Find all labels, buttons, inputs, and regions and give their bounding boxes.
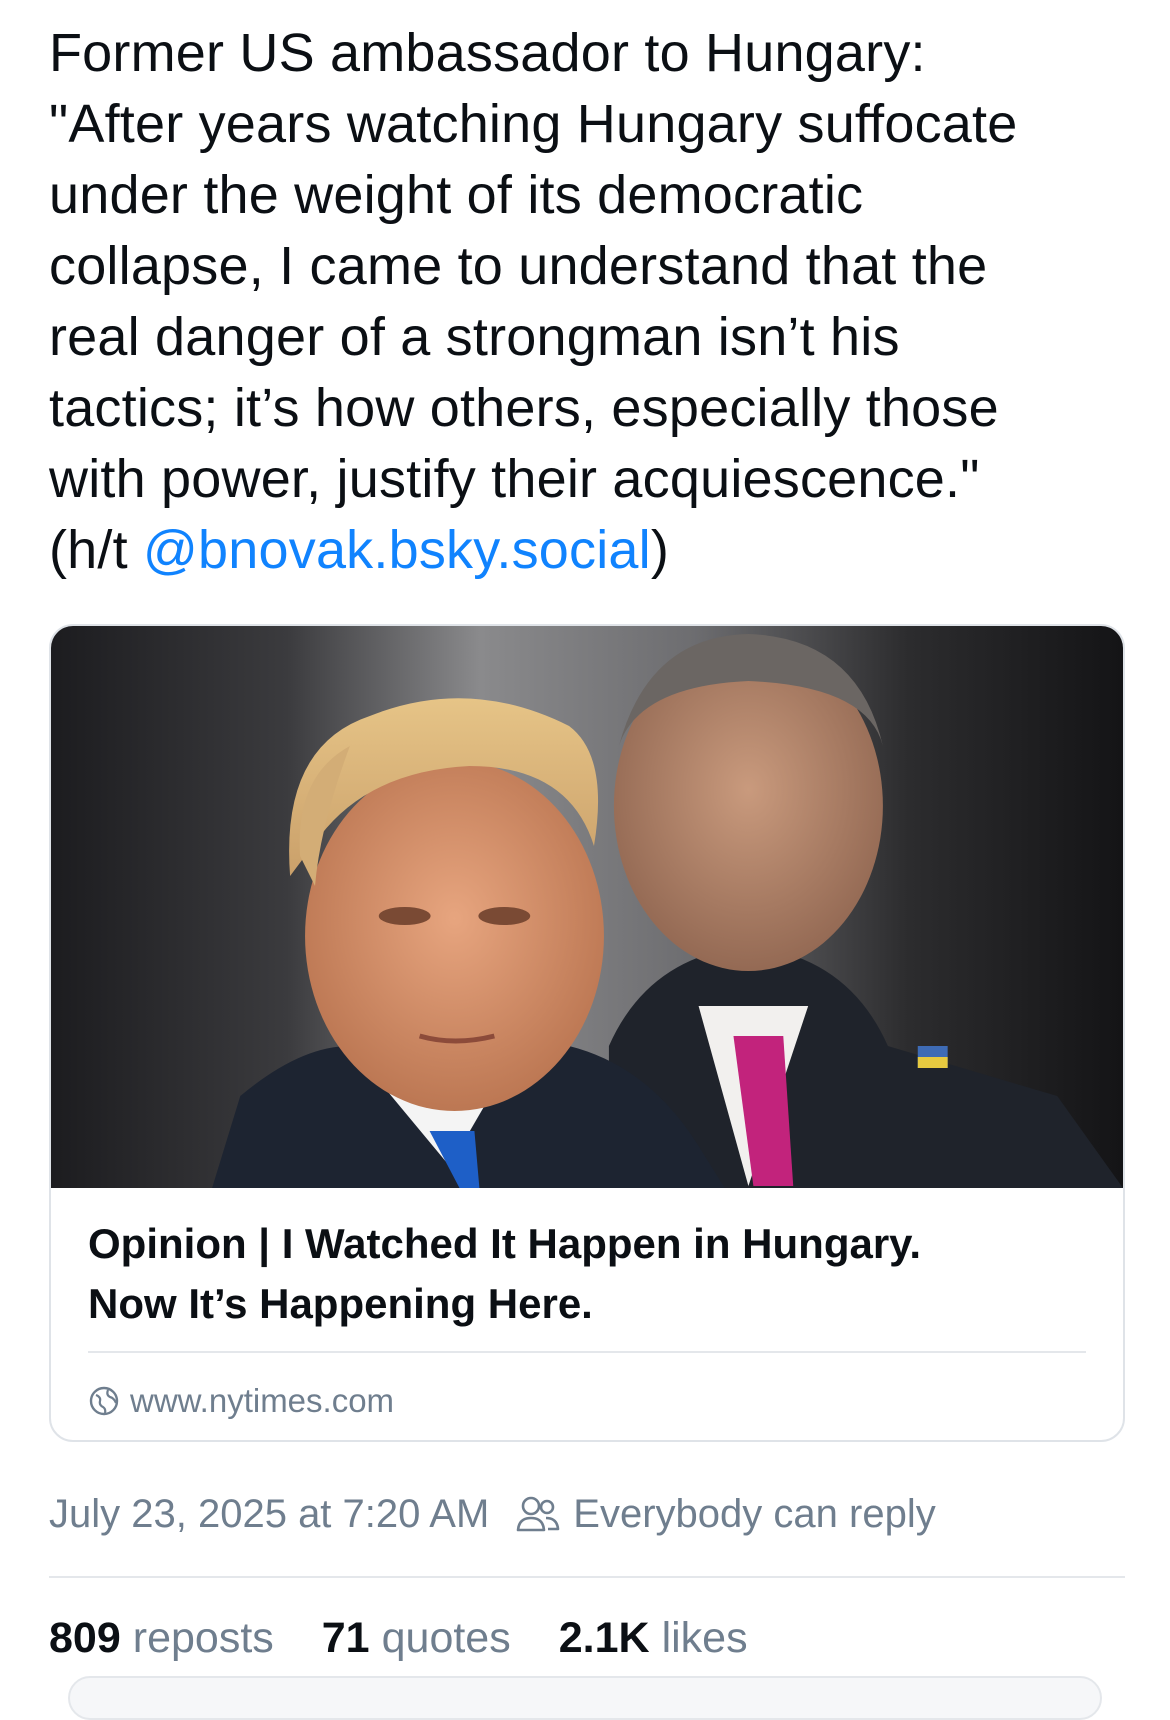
likes-count: 2.1K: [558, 1613, 650, 1662]
post-text-line-ht: (h/t @bnovak.bsky.social): [49, 515, 1129, 586]
post-text-line: with power, justify their acquiescence.": [49, 449, 980, 509]
link-card-title-line: Now It’s Happening Here.: [88, 1280, 593, 1327]
ht-prefix: (h/t: [49, 520, 144, 580]
post-text-line: under the weight of its democratic: [49, 165, 864, 225]
link-card-title[interactable]: Opinion | I Watched It Happen in Hungary…: [88, 1214, 1088, 1334]
link-card-domain: www.nytimes.com: [88, 1378, 394, 1424]
engagement-stats: 809 reposts 71 quotes 2.1K likes: [49, 1608, 748, 1668]
link-card-domain-text: www.nytimes.com: [130, 1382, 395, 1419]
link-card-thumbnail[interactable]: [51, 626, 1123, 1188]
people-icon: [515, 1494, 561, 1534]
post-text: Former US ambassador to Hungary: "After …: [49, 18, 1129, 586]
quotes-stat[interactable]: 71 quotes: [322, 1614, 511, 1663]
mention-link[interactable]: @bnovak.bsky.social: [143, 520, 651, 580]
likes-stat[interactable]: 2.1K likes: [559, 1614, 748, 1663]
reply-setting-label: Everybody can reply: [573, 1491, 936, 1536]
ht-suffix: ): [650, 520, 670, 580]
quotes-label: quotes: [381, 1613, 511, 1662]
reposts-stat[interactable]: 809 reposts: [49, 1614, 274, 1663]
thumbnail-image: [51, 626, 1123, 1188]
divider: [49, 1576, 1125, 1578]
post-meta: July 23, 2025 at 7:20 AM Everybody can r…: [49, 1484, 936, 1544]
post-text-line: collapse, I came to understand that the: [49, 236, 988, 296]
reposts-count: 809: [49, 1613, 121, 1662]
post-text-line: real danger of a strongman isn’t his: [49, 307, 900, 367]
quotes-count: 71: [321, 1613, 370, 1662]
link-card-title-line: Opinion | I Watched It Happen in Hungary…: [88, 1220, 922, 1267]
globe-icon: [88, 1385, 120, 1417]
reply-setting[interactable]: Everybody can reply: [515, 1491, 936, 1537]
link-card-divider: [88, 1351, 1086, 1353]
post-timestamp: July 23, 2025 at 7:20 AM: [49, 1491, 490, 1536]
next-item-edge: [68, 1676, 1102, 1720]
link-card[interactable]: Opinion | I Watched It Happen in Hungary…: [49, 624, 1125, 1442]
reposts-label: reposts: [132, 1613, 274, 1662]
post-text-line: Former US ambassador to Hungary:: [49, 23, 926, 83]
post-text-line: tactics; it’s how others, especially tho…: [49, 378, 999, 438]
post-text-line: "After years watching Hungary suffocate: [49, 94, 1018, 154]
likes-label: likes: [661, 1613, 748, 1662]
